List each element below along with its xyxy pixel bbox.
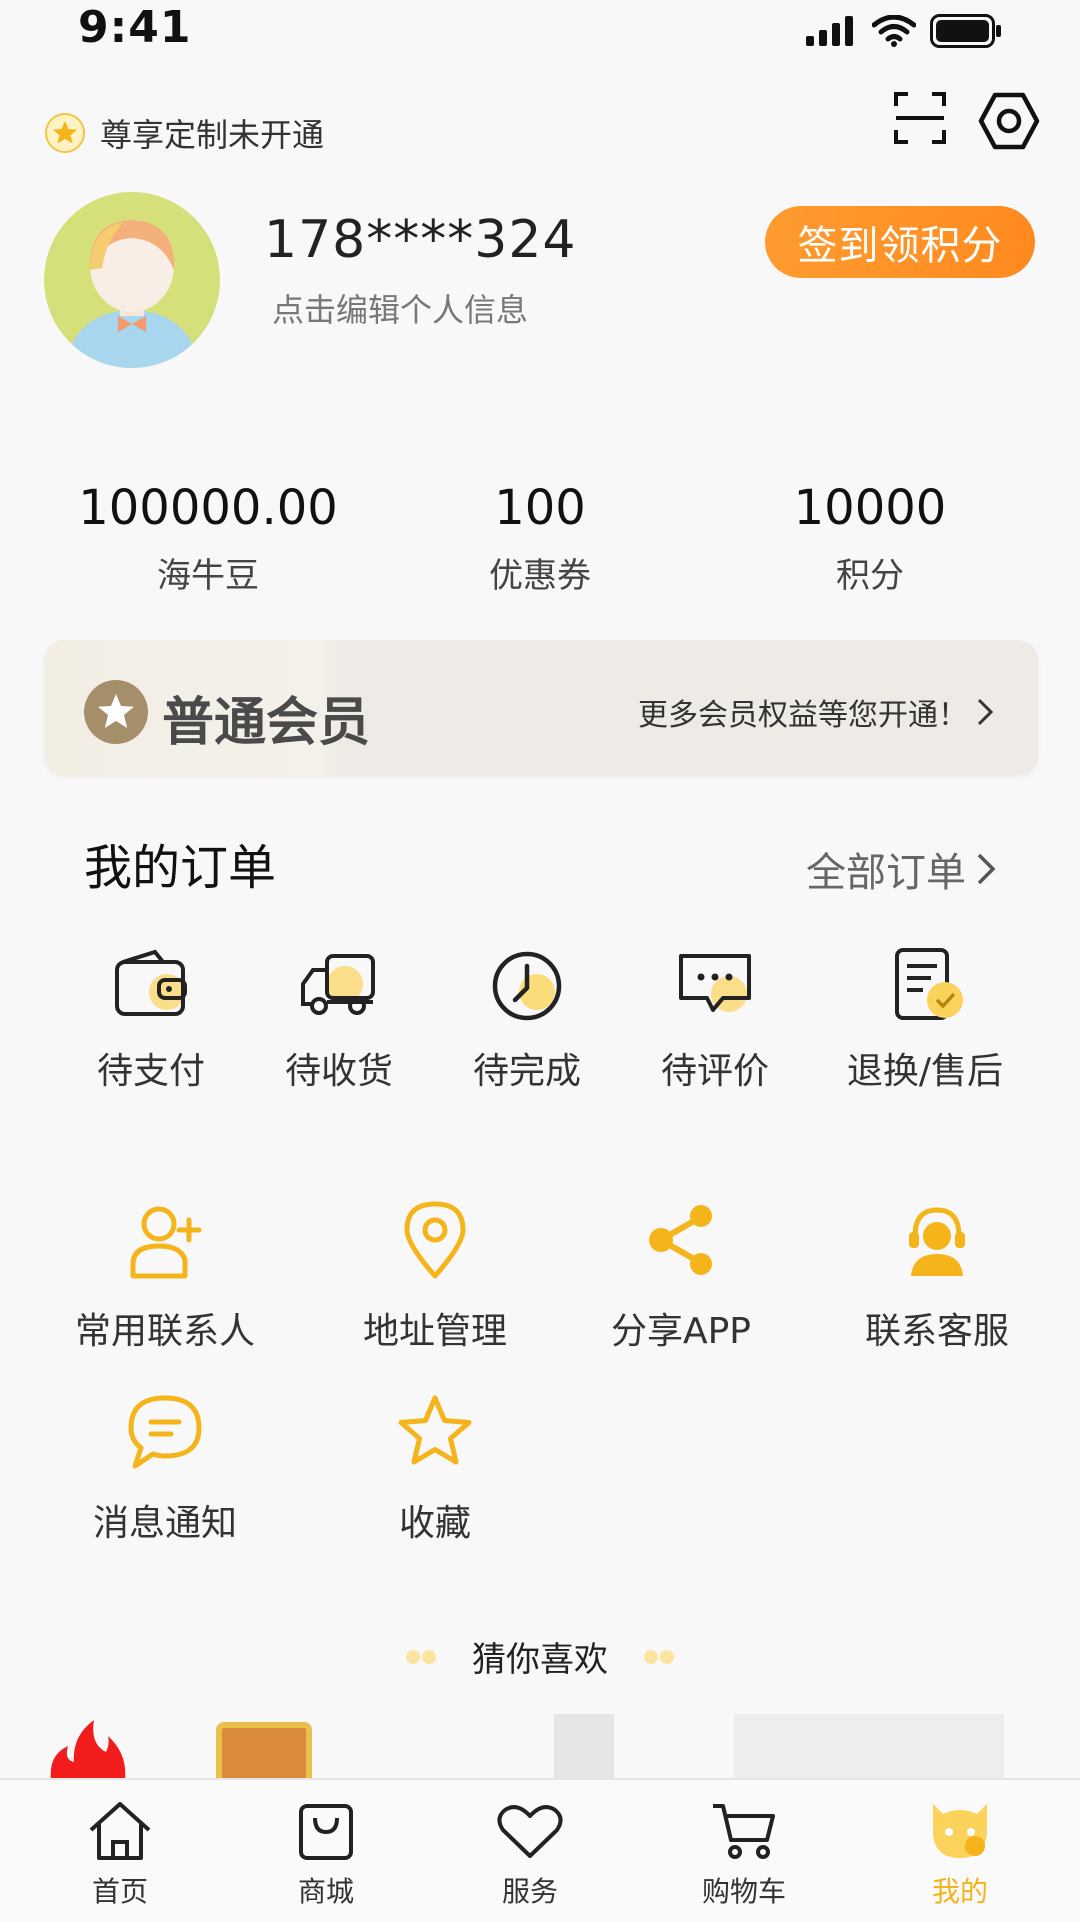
service-notifications[interactable]: 消息通知 <box>50 1392 280 1546</box>
tab-label: 服务 <box>501 1875 558 1908</box>
service-label: 消息通知 <box>92 1503 237 1544</box>
checkin-button[interactable]: 签到领积分 <box>765 206 1035 278</box>
settings-icon[interactable] <box>978 90 1040 152</box>
tab-label: 购物车 <box>701 1875 786 1908</box>
order-pending-delivery[interactable]: 待收货 <box>244 948 434 1094</box>
stat-label: 积分 <box>836 556 904 596</box>
stat-label: 优惠券 <box>489 556 591 596</box>
star-icon <box>398 1395 472 1465</box>
cart-icon <box>713 1804 775 1859</box>
edit-profile-link[interactable]: 点击编辑个人信息 <box>272 285 528 331</box>
tab-label: 首页 <box>91 1875 148 1908</box>
product-thumb[interactable] <box>734 1714 1004 1782</box>
order-pending-review[interactable]: 待评价 <box>620 948 810 1094</box>
order-pending-completion[interactable]: 待完成 <box>432 948 622 1094</box>
battery-icon <box>930 14 1001 48</box>
shopping-bag-icon <box>299 1804 353 1860</box>
order-item-label: 待支付 <box>96 1051 205 1092</box>
stat-value: 100 <box>494 480 586 536</box>
profile-icon <box>933 1804 987 1858</box>
order-item-label: 待完成 <box>472 1051 581 1092</box>
recommend-header: 猜你喜欢 <box>0 1632 1080 1681</box>
product-thumb[interactable] <box>554 1714 614 1782</box>
product-thumb[interactable] <box>216 1722 312 1782</box>
share-icon <box>649 1205 712 1275</box>
tab-mall[interactable]: 商城 <box>226 1800 426 1910</box>
stat-value: 10000 <box>793 480 947 536</box>
clock-icon <box>492 951 562 1021</box>
service-share[interactable]: 分享APP <box>566 1200 796 1354</box>
member-star-icon <box>84 680 148 744</box>
all-orders-label: 全部订单 <box>806 850 966 896</box>
scan-icon[interactable] <box>892 90 948 146</box>
member-promo-text: 更多会员权益等您开通！ <box>638 698 968 733</box>
service-favorites[interactable]: 收藏 <box>320 1392 550 1546</box>
add-contact-icon <box>130 1206 202 1279</box>
location-pin-icon <box>404 1201 466 1279</box>
vip-star-icon <box>45 113 85 153</box>
heart-icon <box>497 1805 563 1858</box>
chevron-right-icon <box>977 698 994 726</box>
product-strip[interactable] <box>44 1712 1038 1782</box>
decor-dots-right <box>644 1649 674 1664</box>
vip-status-text: 尊享定制未开通 <box>100 116 325 154</box>
tab-label: 商城 <box>297 1875 354 1908</box>
service-customer-support[interactable]: 联系客服 <box>822 1200 1052 1354</box>
order-pending-payment[interactable]: 待支付 <box>56 948 246 1094</box>
stat-label: 海牛豆 <box>157 556 259 596</box>
service-label: 地址管理 <box>362 1311 507 1352</box>
orders-title: 我的订单 <box>84 840 277 896</box>
service-label: 分享APP <box>610 1311 752 1352</box>
order-item-label: 退换/售后 <box>846 1051 1004 1092</box>
truck-icon <box>301 954 375 1015</box>
stat-points[interactable]: 10000 积分 <box>720 480 1020 597</box>
status-icons <box>806 14 1002 48</box>
decor-dots-left <box>406 1649 436 1664</box>
service-address[interactable]: 地址管理 <box>320 1200 550 1354</box>
service-label: 常用联系人 <box>74 1311 255 1352</box>
all-orders-link[interactable]: 全部订单 <box>806 840 996 898</box>
order-item-label: 待评价 <box>660 1051 769 1092</box>
document-check-icon <box>895 948 963 1020</box>
avatar[interactable] <box>44 192 220 368</box>
tab-services[interactable]: 服务 <box>430 1800 630 1910</box>
top-actions <box>892 90 1040 152</box>
tab-home[interactable]: 首页 <box>20 1800 220 1910</box>
member-level: 普通会员 <box>162 693 371 753</box>
vip-status-row[interactable]: 尊享定制未开通 <box>44 110 324 156</box>
order-item-label: 待收货 <box>284 1051 393 1092</box>
comment-icon <box>679 954 751 1012</box>
customer-service-icon <box>909 1207 965 1276</box>
tab-profile[interactable]: 我的 <box>860 1800 1060 1910</box>
message-icon <box>128 1395 202 1469</box>
service-contacts[interactable]: 常用联系人 <box>50 1200 280 1354</box>
stat-coupons[interactable]: 100 优惠券 <box>390 480 690 597</box>
user-phone[interactable]: 178****324 <box>264 210 577 270</box>
status-time: 9:41 <box>78 2 192 53</box>
fire-badge-icon <box>50 1720 126 1782</box>
home-icon <box>89 1802 151 1860</box>
tab-bar: 首页 商城 服务 购物车 我的 <box>0 1778 1080 1922</box>
avatar-illustration <box>44 192 220 368</box>
wallet-icon <box>115 949 187 1016</box>
wifi-icon <box>872 15 916 47</box>
chevron-right-icon <box>977 853 996 885</box>
member-promo-link[interactable]: 更多会员权益等您开通！ <box>638 690 994 734</box>
stat-beans[interactable]: 100000.00 海牛豆 <box>58 480 358 597</box>
membership-card[interactable]: 普通会员 更多会员权益等您开通！ <box>44 640 1038 776</box>
stat-value: 100000.00 <box>78 480 338 536</box>
signal-icon <box>806 16 853 46</box>
tab-label: 我的 <box>931 1875 988 1908</box>
service-label: 收藏 <box>398 1503 471 1544</box>
service-label: 联系客服 <box>864 1311 1009 1352</box>
tab-cart[interactable]: 购物车 <box>644 1800 844 1910</box>
recommend-title: 猜你喜欢 <box>472 1640 608 1680</box>
order-after-sales[interactable]: 退换/售后 <box>830 948 1020 1094</box>
